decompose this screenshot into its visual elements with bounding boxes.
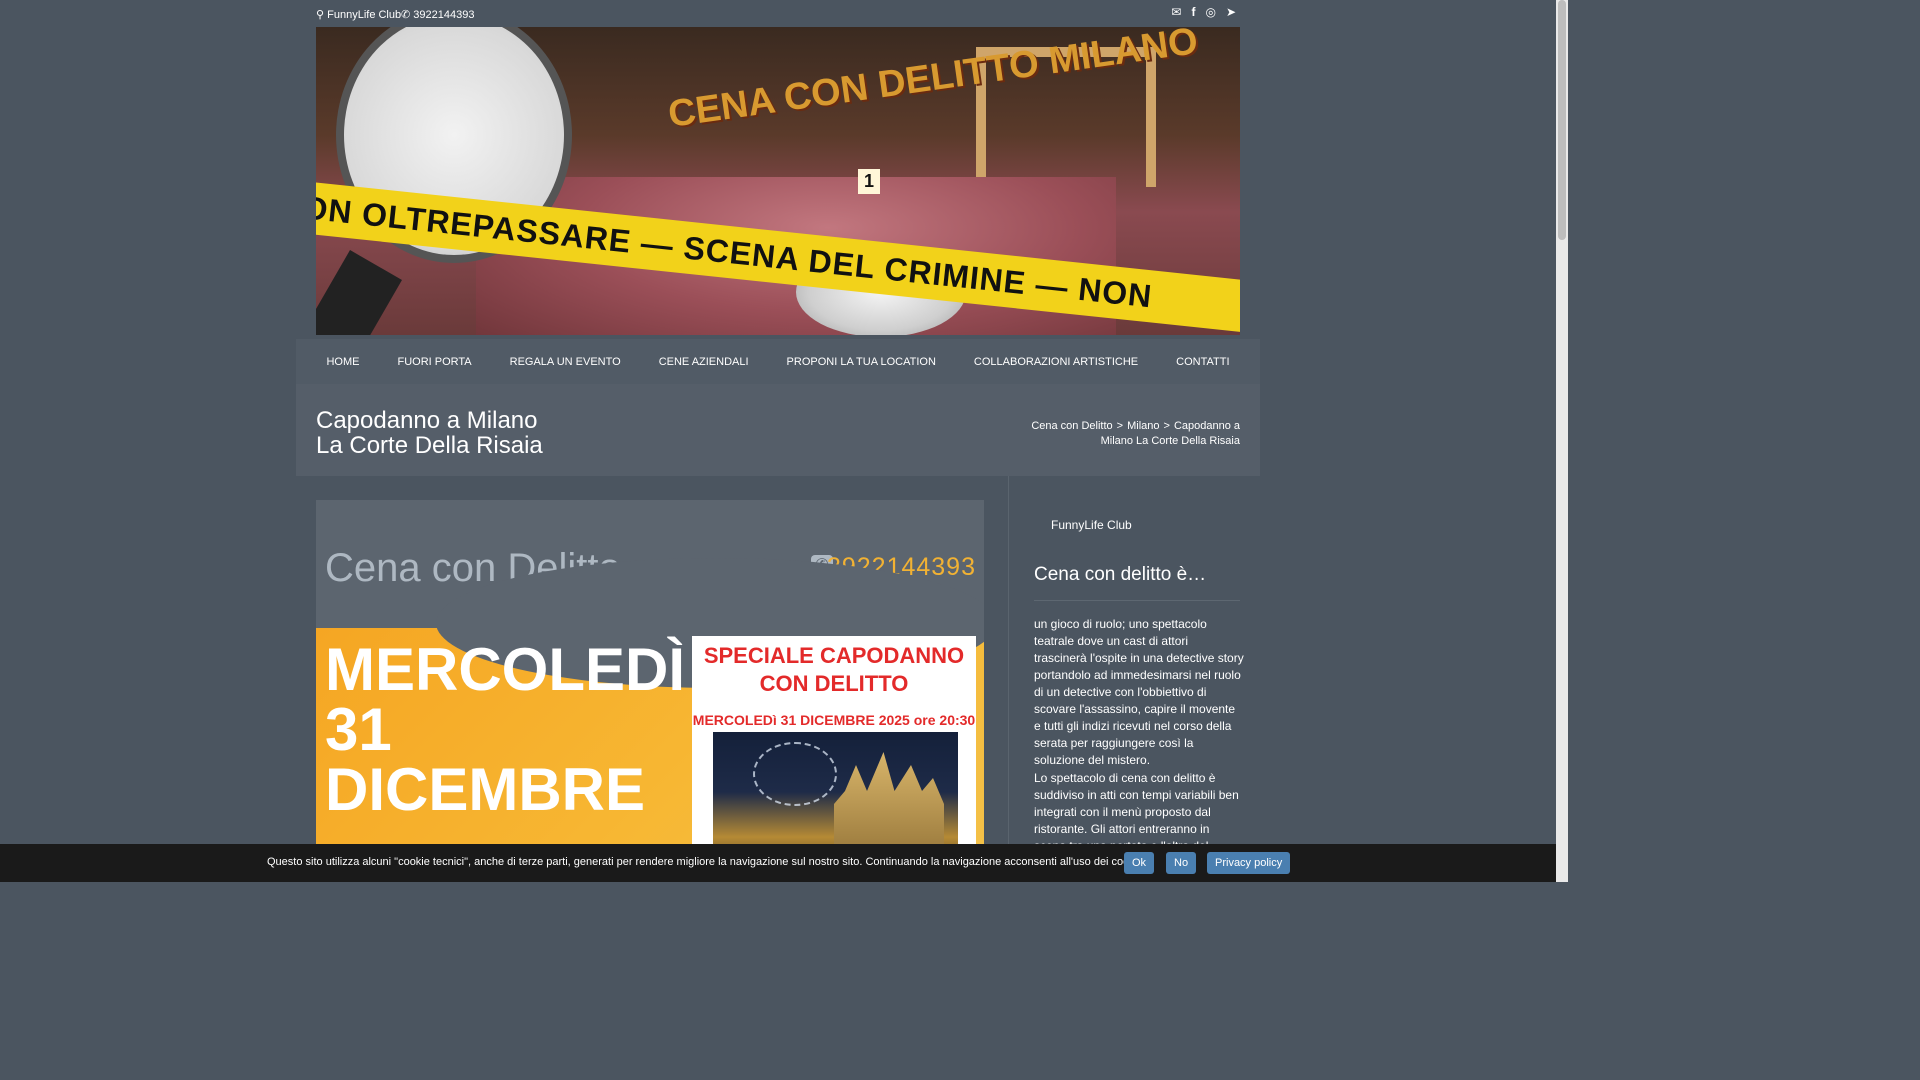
poster-date: MERCOLEDì 31 DICEMBRE 2025 ore 20:30	[692, 712, 976, 728]
page-title: Capodanno a Milano La Corte Della Risaia	[316, 407, 543, 459]
page-title-bar: Capodanno a Milano La Corte Della Risaia…	[296, 384, 1260, 476]
event-date: MERCOLEDÌ 31 DICEMBRE	[325, 636, 685, 823]
social-links: ✉ f ◎ ➤	[1171, 5, 1236, 19]
nav-item-fuori-porta[interactable]: FUORI PORTA	[378, 356, 490, 368]
breadcrumb-item-milano[interactable]: Milano	[1127, 420, 1159, 432]
scrollbar-thumb[interactable]	[1558, 0, 1566, 240]
cookie-no-button[interactable]: No	[1166, 852, 1197, 874]
telegram-icon[interactable]: ➤	[1226, 5, 1236, 19]
top-bar: ⚲ FunnyLife Club ✆ 3922144393 ✉ f ◎ ➤	[316, 0, 1240, 27]
cookie-ok-button[interactable]: Ok	[1124, 852, 1155, 874]
map-marker-icon: ⚲	[316, 9, 325, 21]
nav-item-proponi-location[interactable]: PROPONI LA TUA LOCATION	[768, 356, 955, 368]
breadcrumb-item-home[interactable]: Cena con Delitto	[1031, 420, 1112, 432]
page-scrollbar[interactable]	[1556, 0, 1568, 882]
sidebar-club-name[interactable]: FunnyLife Club	[1051, 518, 1132, 532]
main-content: Cena con Delitto ✆ 3922144393 MERCOLEDÌ …	[316, 500, 984, 882]
main-navigation: HOME FUORI PORTA REGALA UN EVENTO CENE A…	[296, 339, 1260, 384]
cookie-banner: Questo sito utilizza alcuni "cookie tecn…	[0, 844, 1556, 882]
breadcrumb: Cena con Delitto > Milano > Capodanno a Mila…	[1031, 420, 1240, 447]
phone-info[interactable]: ✆ 3922144393	[401, 8, 474, 21]
sidebar-heading: Cena con delitto è…	[1034, 564, 1240, 601]
sidebar: FunnyLife Club Cena con delitto è… un gi…	[1008, 476, 1261, 882]
privacy-policy-button[interactable]: Privacy policy	[1207, 852, 1291, 874]
mail-icon[interactable]: ✉	[1171, 5, 1181, 19]
nav-item-regala-un-evento[interactable]: REGALA UN EVENTO	[491, 356, 640, 368]
nav-item-cene-aziendali[interactable]: CENE AZIENDALI	[640, 356, 768, 368]
magnifier-handle	[316, 250, 402, 335]
card-number-1: 1	[858, 169, 881, 194]
hero-banner: CENA CON DELITTO MILANO 1 2 NON OLTREPAS…	[316, 27, 1240, 335]
cookie-message: Questo sito utilizza alcuni "cookie tecn…	[267, 856, 1147, 868]
nav-item-contatti[interactable]: CONTATTI	[1157, 356, 1248, 368]
poster-title: SPECIALE CAPODANNO CON DELITTO	[703, 643, 965, 696]
sidebar-paragraph-1: un gioco di ruolo; uno spettacolo teatra…	[1034, 617, 1244, 767]
nav-item-home[interactable]: HOME	[307, 356, 378, 368]
location-info: ⚲ FunnyLife Club	[316, 9, 402, 21]
nav-item-collaborazioni[interactable]: COLLABORAZIONI ARTISTICHE	[955, 356, 1157, 368]
fireworks-illustration	[753, 742, 837, 806]
instagram-icon[interactable]: ◎	[1205, 5, 1215, 19]
phone-icon: ✆	[401, 9, 411, 21]
facebook-icon[interactable]: f	[1191, 5, 1195, 19]
